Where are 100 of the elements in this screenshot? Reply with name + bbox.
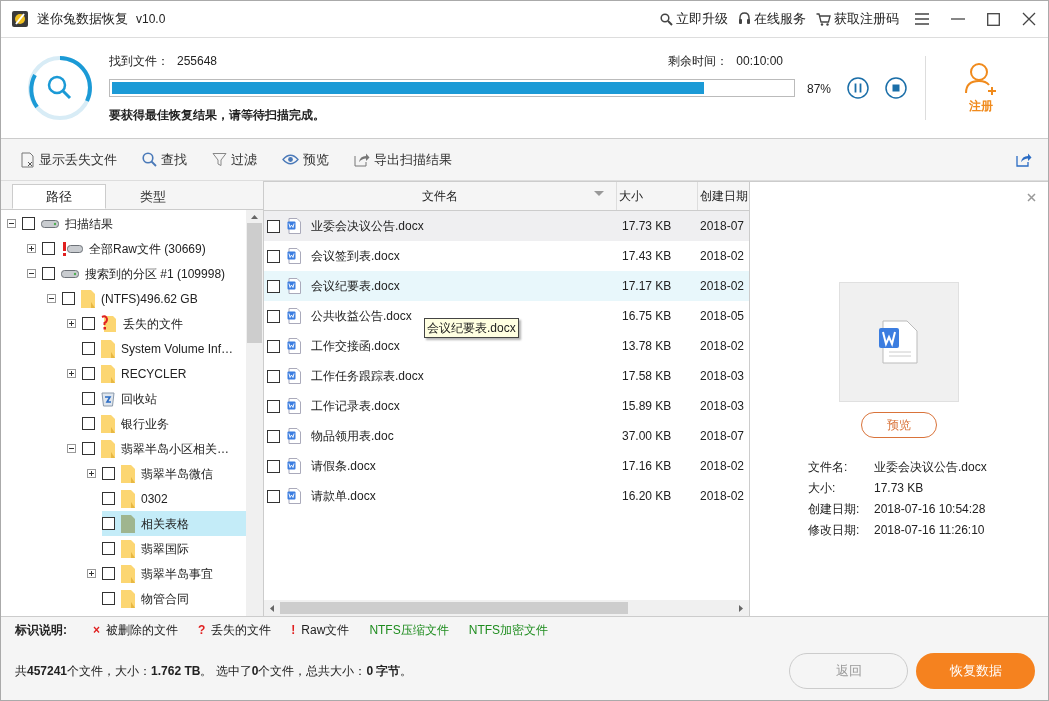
checkbox[interactable] xyxy=(267,459,280,473)
tree-item[interactable]: 银行业务 xyxy=(82,411,246,436)
checkbox[interactable] xyxy=(267,219,280,233)
document-icon xyxy=(21,151,35,168)
tree-item[interactable]: 搜索到的分区 #1 (109998) xyxy=(42,261,246,286)
expander-icon[interactable] xyxy=(7,219,16,228)
checkbox[interactable] xyxy=(267,429,280,443)
horizontal-scrollbar[interactable] xyxy=(264,600,749,616)
legend-mark: × xyxy=(93,621,100,639)
tree-item[interactable]: 回收站 xyxy=(82,386,246,411)
tree-label: 0302 xyxy=(141,490,168,508)
checkbox[interactable] xyxy=(82,317,95,330)
export-icon xyxy=(354,152,370,167)
checkbox[interactable] xyxy=(102,492,115,505)
pause-icon[interactable] xyxy=(847,77,869,99)
checkbox[interactable] xyxy=(102,467,115,480)
tree-item[interactable]: 翡翠半岛事宜 xyxy=(102,561,246,586)
file-row[interactable]: 业委会决议公告.docx 17.73 KB 2018-07 xyxy=(264,211,749,241)
expander-icon[interactable] xyxy=(67,319,76,328)
tree-item[interactable]: 相关表格 xyxy=(102,511,246,536)
tree-item[interactable]: 0302 xyxy=(102,486,246,511)
checkbox[interactable] xyxy=(102,592,115,605)
tree-item[interactable]: System Volume Inf… xyxy=(82,336,246,361)
eye-icon xyxy=(282,154,299,165)
column-header[interactable]: 大小 xyxy=(617,182,698,210)
word-document-icon xyxy=(287,428,301,444)
word-document-icon xyxy=(287,398,301,414)
tree-label: 全部Raw文件 (30669) xyxy=(89,240,206,258)
file-size: 17.73 KB xyxy=(621,218,673,235)
tree-item[interactable]: 全部Raw文件 (30669) xyxy=(42,236,246,261)
legend-mark: ? xyxy=(198,621,206,639)
tree-item[interactable]: 翡翠半岛微信 xyxy=(102,461,246,486)
tree-item[interactable]: 扫描结果 xyxy=(22,211,246,236)
status-text: 共457241个文件，大小：1.762 TB。 选中了0个文件，总共大小：0 字节。 xyxy=(15,663,413,680)
tab[interactable]: 路径 xyxy=(12,184,106,209)
file-size: 17.16 KB xyxy=(621,458,673,475)
checkbox[interactable] xyxy=(82,367,95,380)
scroll-right-icon[interactable] xyxy=(739,604,743,612)
toolbar-button[interactable]: 查找 xyxy=(142,149,187,170)
toolbar-button[interactable]: 预览 xyxy=(282,149,329,170)
checkbox[interactable] xyxy=(22,217,35,230)
tree-item[interactable]: 丢失的文件 xyxy=(82,311,246,336)
checkbox[interactable] xyxy=(62,292,75,305)
share-icon[interactable] xyxy=(1016,152,1032,167)
created-date: 2018-02 xyxy=(699,248,746,265)
folder-icon xyxy=(81,289,95,308)
checkbox[interactable] xyxy=(102,567,115,580)
checkbox[interactable] xyxy=(42,242,55,255)
title-bar-link[interactable]: 在线服务 xyxy=(738,9,806,29)
maximize-icon[interactable] xyxy=(987,12,1000,26)
scroll-up-icon[interactable] xyxy=(251,215,258,219)
tree-item[interactable]: 翡翠国际 xyxy=(102,536,246,561)
expander-icon[interactable] xyxy=(67,369,76,378)
expander-icon[interactable] xyxy=(27,269,36,278)
folder-icon xyxy=(121,514,135,533)
expander-icon[interactable] xyxy=(67,444,76,453)
checkbox[interactable] xyxy=(267,489,280,503)
checkbox[interactable] xyxy=(42,267,55,280)
file-size: 15.89 KB xyxy=(621,398,673,415)
scrollbar[interactable] xyxy=(246,210,263,616)
legend-label: 丢失的文件 xyxy=(211,621,272,639)
checkbox[interactable] xyxy=(267,339,280,353)
tree-item[interactable]: 物管合同 xyxy=(102,586,246,611)
folder-icon xyxy=(101,439,115,458)
checkbox[interactable] xyxy=(102,517,115,530)
checkbox[interactable] xyxy=(267,279,280,293)
file-row[interactable]: 会议纪要表.docx 17.17 KB 2018-02 xyxy=(264,271,749,301)
file-size: 16.20 KB xyxy=(621,488,673,505)
stop-icon[interactable] xyxy=(885,77,907,99)
menu-icon[interactable] xyxy=(915,13,929,25)
toolbar-button[interactable]: 显示丢失文件 xyxy=(21,149,117,170)
tree-item[interactable]: 翡翠半岛小区相关… xyxy=(82,436,246,461)
tree-item[interactable]: (NTFS)496.62 GB xyxy=(62,286,246,311)
checkbox[interactable] xyxy=(82,392,95,405)
close-icon[interactable] xyxy=(1022,12,1036,26)
tree-item[interactable]: RECYCLER xyxy=(82,361,246,386)
checkbox[interactable] xyxy=(82,442,95,455)
checkbox[interactable] xyxy=(267,249,280,263)
scroll-left-icon[interactable] xyxy=(270,604,274,612)
expander-icon[interactable] xyxy=(87,469,96,478)
toolbar-button[interactable]: 导出扫描结果 xyxy=(354,149,452,170)
title-bar-link[interactable]: 立即升级 xyxy=(660,9,728,29)
expander-icon[interactable] xyxy=(47,294,56,303)
tree-label: 翡翠国际 xyxy=(141,540,189,558)
column-header[interactable]: 文件名 xyxy=(264,182,617,210)
created-date: 2018-05 xyxy=(699,308,746,325)
checkbox[interactable] xyxy=(82,417,95,430)
checkbox[interactable] xyxy=(82,342,95,355)
column-header[interactable]: 创建日期 xyxy=(698,182,749,210)
checkbox[interactable] xyxy=(267,369,280,383)
title-bar-link[interactable]: 获取注册码 xyxy=(816,9,899,29)
checkbox[interactable] xyxy=(102,542,115,555)
checkbox[interactable] xyxy=(267,399,280,413)
tab[interactable]: 类型 xyxy=(106,184,200,209)
expander-icon[interactable] xyxy=(87,569,96,578)
checkbox[interactable] xyxy=(267,309,280,323)
scan-magnifier-icon xyxy=(27,55,93,121)
tree-label: 银行业务 xyxy=(121,415,169,433)
toolbar-button[interactable]: 过滤 xyxy=(212,149,257,170)
expander-icon[interactable] xyxy=(27,244,36,253)
